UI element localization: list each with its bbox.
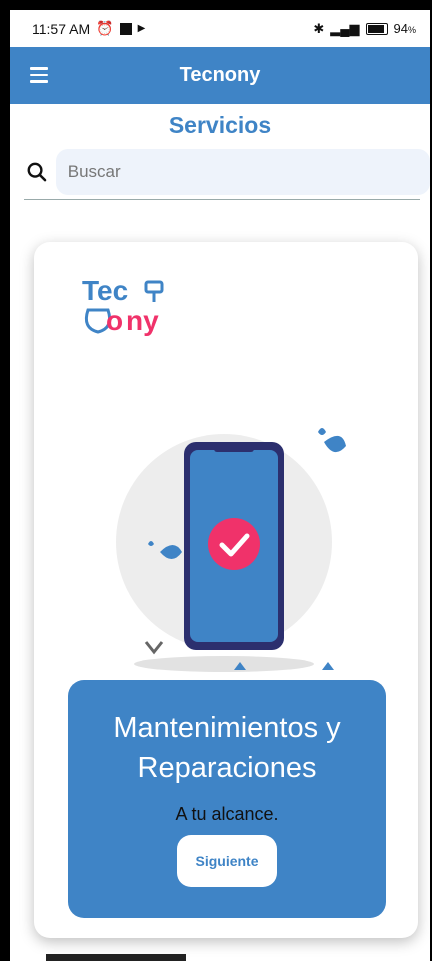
promo-banner: Mantenimientos y Reparaciones A tu alcan… [68,680,386,918]
phone-illustration [116,428,346,672]
banner-tagline: A tu alcance. [175,804,279,824]
bluetooth-icon: ✱ [313,20,325,36]
search-bar [26,149,430,195]
list-item-thumbnail [46,954,186,961]
app-screen: 11:57 AM ⏰ ▶ ✱ ▂▄▆ 94% Tecnony Servicios… [10,10,430,961]
status-right: ✱ ▂▄▆ 94% [313,21,416,37]
search-input[interactable] [55,149,430,195]
app-title: Tecnony [179,64,261,86]
battery-icon [365,22,388,35]
app-bar: Tecnony [10,47,430,104]
next-button[interactable]: Siguiente [177,835,277,887]
onboarding-card: Tec o ny Mantenimientos y Reparaciones A… [34,242,418,938]
svg-text:Tec: Tec [82,276,128,306]
search-divider [24,199,420,200]
status-time: 11:57 AM [32,20,91,37]
alarm-icon: ⏰ [96,20,114,36]
search-icon[interactable] [26,161,48,183]
status-left: 11:57 AM ⏰ ▶ [32,20,145,37]
battery-level: 94% [393,21,416,36]
status-bar: 11:57 AM ⏰ ▶ ✱ ▂▄▆ 94% [10,10,430,47]
banner-heading: Mantenimientos y Reparaciones [113,712,341,784]
notification-icon [119,22,132,35]
signal-icon: ▂▄▆ [330,20,360,36]
tecnony-logo: Tec o ny [82,276,164,336]
svg-text:o: o [106,305,123,336]
page-title: Servicios [168,112,272,138]
svg-text:ny: ny [126,305,159,336]
menu-icon[interactable] [30,67,48,83]
play-icon: ▶ [137,23,146,34]
